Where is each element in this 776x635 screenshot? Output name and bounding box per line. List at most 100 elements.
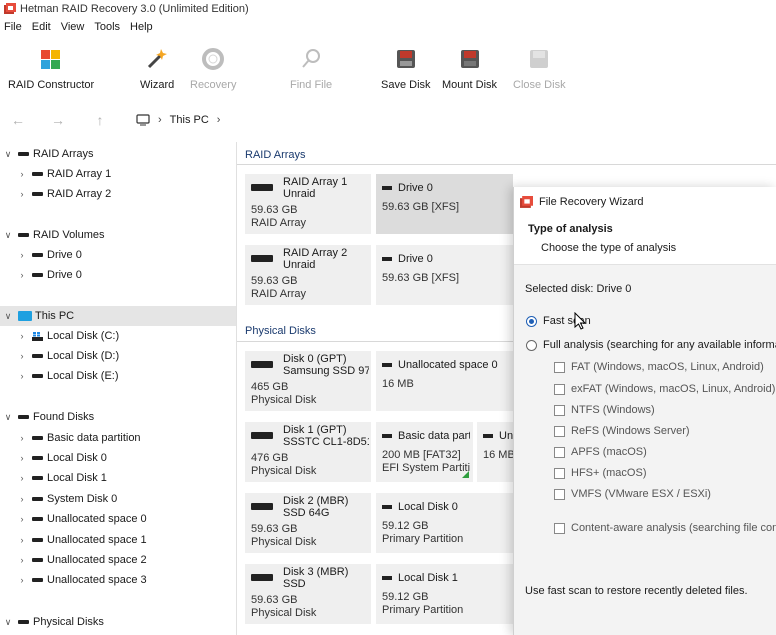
- chevron-right-icon[interactable]: ›: [16, 473, 28, 483]
- fs-fat-checkbox[interactable]: [554, 361, 565, 373]
- chevron-right-icon[interactable]: ›: [16, 575, 28, 585]
- disk-card-disk-1[interactable]: Disk 1 (GPT)SSSTC CL1-8D512-HP 476 GB Ph…: [245, 422, 371, 482]
- tree-raid-arrays[interactable]: ∨ RAID Arrays: [0, 144, 236, 164]
- partition-drive-0-raid2[interactable]: Drive 0 59.63 GB [XFS]: [376, 245, 513, 305]
- disk-card-raid-array-1[interactable]: RAID Array 1 Unraid 59.63 GB RAID Array: [245, 174, 371, 234]
- chevron-right-icon[interactable]: ›: [16, 270, 28, 280]
- fs-hfs-checkbox[interactable]: [554, 467, 565, 479]
- chevron-right-icon[interactable]: ›: [16, 535, 28, 545]
- fs-apfs-option[interactable]: APFS (macOS): [554, 446, 647, 458]
- fs-apfs-checkbox[interactable]: [554, 446, 565, 458]
- tree-local-disk-c[interactable]: › Local Disk (C:): [0, 326, 236, 346]
- tree-unallocated-1[interactable]: › Unallocated space 1: [0, 530, 236, 550]
- chevron-right-icon[interactable]: ›: [16, 331, 28, 341]
- chevron-right-icon[interactable]: ›: [16, 169, 28, 179]
- menu-help[interactable]: Help: [130, 21, 153, 33]
- tree-unallocated-0[interactable]: › Unallocated space 0: [0, 509, 236, 529]
- disk-card-raid-array-2[interactable]: RAID Array 2 Unraid 59.63 GB RAID Array: [245, 245, 371, 305]
- chevron-right-icon[interactable]: ›: [16, 494, 28, 504]
- menu-view[interactable]: View: [61, 21, 85, 33]
- tree-drive-0-a[interactable]: › Drive 0: [0, 245, 236, 265]
- chevron-down-icon[interactable]: ∨: [2, 149, 14, 160]
- chevron-right-icon[interactable]: ›: [16, 433, 28, 443]
- disk-card-disk-3[interactable]: Disk 3 (MBR) SSD 59.63 GB Physical Disk: [245, 564, 371, 624]
- fs-ntfs-checkbox[interactable]: [554, 404, 565, 416]
- tree-raid-array-2[interactable]: › RAID Array 2: [0, 184, 236, 204]
- section-divider: [237, 164, 776, 165]
- close-disk-button[interactable]: Close Disk: [513, 40, 566, 91]
- chevron-down-icon[interactable]: ∨: [2, 311, 14, 322]
- section-physical-disks: Physical Disks: [245, 325, 316, 337]
- tree-unallocated-3[interactable]: › Unallocated space 3: [0, 570, 236, 590]
- tree-local-disk-0[interactable]: › Local Disk 0: [0, 448, 236, 468]
- menu-tools[interactable]: Tools: [94, 21, 120, 33]
- wizard-button[interactable]: Wizard: [140, 40, 174, 91]
- fs-vmfs-checkbox[interactable]: [554, 488, 565, 500]
- fs-ntfs-option[interactable]: NTFS (Windows): [554, 404, 655, 416]
- tree-found-disks[interactable]: ∨ Found Disks: [0, 407, 236, 427]
- drive-icon: [251, 503, 273, 510]
- mount-disk-icon: [457, 46, 483, 72]
- tree-local-disk-1[interactable]: › Local Disk 1: [0, 468, 236, 488]
- disk-name: Disk 3 (MBR) SSD: [283, 566, 349, 590]
- partition-local-disk-0[interactable]: Local Disk 0 59.12 GB Primary Partition: [376, 493, 513, 553]
- find-file-button[interactable]: Find File: [290, 40, 332, 91]
- fs-refs-option[interactable]: ReFS (Windows Server): [554, 425, 690, 437]
- partition-unallocated-disk1[interactable]: Unallocated space 16 MB: [477, 422, 513, 482]
- magic-wand-icon: [144, 46, 170, 72]
- tree-this-pc[interactable]: ∨ This PC: [0, 306, 236, 326]
- chevron-right-icon[interactable]: ›: [16, 189, 28, 199]
- save-disk-button[interactable]: Save Disk: [381, 40, 431, 91]
- content-aware-option[interactable]: Content-aware analysis (searching file c…: [554, 522, 776, 534]
- drive-icon: [382, 576, 392, 581]
- breadcrumb-this-pc[interactable]: This PC: [170, 114, 209, 126]
- back-arrow-icon[interactable]: ←: [4, 112, 32, 128]
- fs-refs-checkbox[interactable]: [554, 425, 565, 437]
- partition-local-disk-1[interactable]: Local Disk 1 59.12 GB Primary Partition: [376, 564, 513, 624]
- chevron-right-icon[interactable]: ›: [16, 250, 28, 260]
- tree-physical-disks[interactable]: ∨ Physical Disks: [0, 612, 236, 632]
- disk-card-disk-0[interactable]: Disk 0 (GPT)Samsung SSD 970 EVO 465 GB P…: [245, 351, 371, 411]
- tree-raid-array-1[interactable]: › RAID Array 1: [0, 164, 236, 184]
- full-analysis-option[interactable]: Full analysis (searching for any availab…: [526, 339, 776, 351]
- fs-hfs-option[interactable]: HFS+ (macOS): [554, 467, 646, 479]
- chevron-right-icon[interactable]: ›: [16, 351, 28, 361]
- fs-exfat-checkbox[interactable]: [554, 383, 565, 395]
- fs-fat-option[interactable]: FAT (Windows, macOS, Linux, Android): [554, 361, 764, 373]
- menu-edit[interactable]: Edit: [32, 21, 51, 33]
- fast-scan-radio[interactable]: [526, 315, 537, 327]
- tree-raid-volumes[interactable]: ∨ RAID Volumes: [0, 225, 236, 245]
- raid-constructor-button[interactable]: RAID Constructor: [8, 40, 94, 91]
- tree-local-disk-d[interactable]: › Local Disk (D:): [0, 346, 236, 366]
- wizard-title-bar[interactable]: File Recovery Wizard: [514, 187, 776, 217]
- chevron-down-icon[interactable]: ∨: [2, 412, 14, 423]
- chevron-right-icon[interactable]: ›: [16, 371, 28, 381]
- up-arrow-icon[interactable]: ↑: [86, 112, 114, 128]
- partition-drive-0-raid1[interactable]: Drive 0 59.63 GB [XFS]: [376, 174, 513, 234]
- content-aware-checkbox[interactable]: [554, 522, 565, 534]
- fs-vmfs-option[interactable]: VMFS (VMware ESX / ESXi): [554, 488, 711, 500]
- disk-size: 476 GB: [251, 452, 289, 464]
- breadcrumb-chevron-icon[interactable]: ›: [217, 114, 221, 126]
- chevron-down-icon[interactable]: ∨: [2, 617, 14, 628]
- tree-system-disk-0[interactable]: › System Disk 0: [0, 489, 236, 509]
- tree-basic-data-partition[interactable]: › Basic data partition: [0, 428, 236, 448]
- mount-disk-button[interactable]: Mount Disk: [442, 40, 497, 91]
- drive-icon: [32, 558, 43, 562]
- menu-file[interactable]: File: [4, 21, 22, 33]
- chevron-right-icon[interactable]: ›: [16, 514, 28, 524]
- partition-basic-data[interactable]: Basic data partition 200 MB [FAT32] EFI …: [376, 422, 473, 482]
- chevron-right-icon[interactable]: ›: [16, 453, 28, 463]
- full-analysis-radio[interactable]: [526, 339, 537, 351]
- chevron-down-icon[interactable]: ∨: [2, 230, 14, 241]
- tree-unallocated-2[interactable]: › Unallocated space 2: [0, 550, 236, 570]
- chevron-right-icon[interactable]: ›: [16, 555, 28, 565]
- disk-card-disk-2[interactable]: Disk 2 (MBR) SSD 64G 59.63 GB Physical Di…: [245, 493, 371, 553]
- recovery-button[interactable]: Recovery: [190, 40, 236, 91]
- tree-local-disk-e[interactable]: › Local Disk (E:): [0, 366, 236, 386]
- search-icon: [298, 46, 324, 72]
- fs-exfat-option[interactable]: exFAT (Windows, macOS, Linux, Android): [554, 383, 775, 395]
- tree-drive-0-b[interactable]: › Drive 0: [0, 265, 236, 285]
- forward-arrow-icon[interactable]: →: [44, 112, 72, 128]
- partition-unallocated-0[interactable]: Unallocated space 0 16 MB: [376, 351, 513, 411]
